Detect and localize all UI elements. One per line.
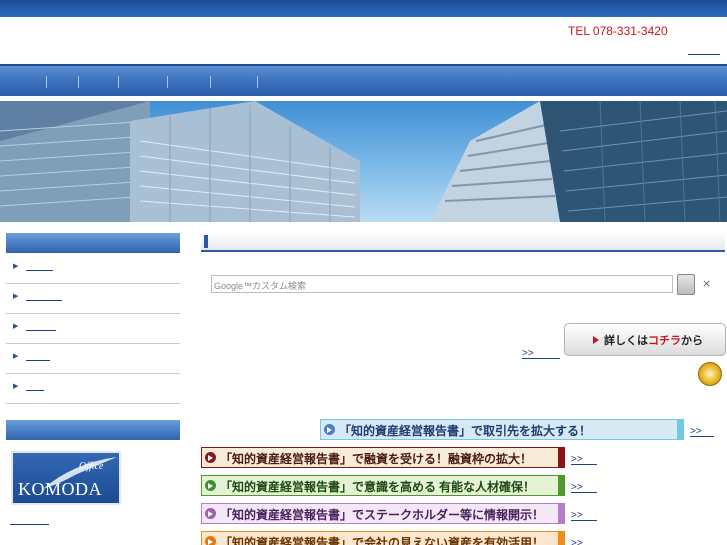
banner-text: 「知的資産経営報告書」で会社の見えない資産を有効活用！ [220, 536, 545, 545]
header-link[interactable] [688, 54, 720, 55]
arrow-circle-icon [205, 536, 216, 545]
arrow-circle-icon [205, 480, 216, 491]
logo-caption-link[interactable] [10, 524, 49, 525]
skyscrapers-illustration [0, 101, 727, 222]
emblem-icon [698, 362, 722, 386]
banner-text: 「知的資産経営報告書」で融資を受ける！融資枠の拡大！ [220, 452, 533, 466]
banner-hidden-assets[interactable]: 「知的資産経営報告書」で会社の見えない資産を有効活用！ [201, 531, 565, 545]
sidebar-item-4[interactable]: ▶ [6, 344, 180, 374]
logo-office-text: Office [79, 461, 104, 472]
more-link[interactable]: >> [522, 349, 560, 359]
bullet-arrow-icon: ▶ [13, 382, 19, 390]
more-link[interactable]: >> [571, 511, 597, 521]
arrow-circle-icon [324, 424, 335, 435]
sidebar-menu-header [6, 233, 180, 253]
page: TEL 078-331-3420 ▶ ▶ ▶ ▶ ▶ Office KOMODA… [0, 0, 727, 545]
bullet-arrow-icon: ▶ [13, 322, 19, 330]
top-bar [0, 0, 727, 17]
sidebar-item-2[interactable]: ▶ [6, 284, 180, 314]
search-input[interactable]: Google™カスタム検索 [211, 275, 673, 293]
more-link[interactable]: >> [571, 539, 585, 545]
sidebar-item-link[interactable] [26, 330, 56, 331]
sidebar-item-3[interactable]: ▶ [6, 314, 180, 344]
bullet-arrow-icon: ▶ [13, 352, 19, 360]
banner-text: 「知的資産経営報告書」で意識を高める 有能な人材確保！ [220, 480, 536, 494]
banner-partners[interactable]: 「知的資産経営報告書」で取引先を拡大する！ [320, 419, 684, 440]
global-nav [0, 64, 727, 96]
nav-item-5[interactable] [210, 76, 211, 88]
sidebar-item-link[interactable] [26, 360, 50, 361]
logo-name-text: KOMODA [18, 479, 102, 499]
banner-disclosure[interactable]: 「知的資産経営報告書」でステークホルダー等に情報開示！ [201, 503, 565, 524]
hero-image [0, 101, 727, 222]
banner-text: 「知的資産経営報告書」で取引先を拡大する！ [339, 424, 592, 438]
arrow-circle-icon [205, 508, 216, 519]
details-button-label: 詳しくはコチラから [604, 334, 703, 347]
sidebar-item-1[interactable]: ▶ [6, 254, 180, 284]
phone-number: TEL 078-331-3420 [568, 24, 668, 38]
more-link[interactable]: >> [571, 483, 597, 493]
sidebar-item-link[interactable] [26, 300, 62, 301]
search-placeholder: Google™カスタム検索 [214, 281, 307, 291]
clear-search-icon[interactable]: × [702, 277, 711, 290]
details-button[interactable]: 詳しくはコチラから [564, 323, 726, 356]
arrow-circle-icon [205, 452, 216, 463]
nav-item-1[interactable] [46, 76, 47, 88]
play-arrow-icon [593, 336, 599, 344]
banner-talent[interactable]: 「知的資産経営報告書」で意識を高める 有能な人材確保！ [201, 475, 565, 496]
sidebar-office-header [6, 420, 180, 440]
banner-text: 「知的資産経営報告書」でステークホルダー等に情報開示！ [220, 508, 545, 522]
office-logo[interactable]: Office KOMODA [11, 451, 121, 505]
more-link[interactable]: >> [690, 427, 714, 437]
nav-item-2[interactable] [78, 76, 79, 88]
nav-item-3[interactable] [118, 76, 119, 88]
search-button[interactable] [677, 274, 695, 295]
bullet-arrow-icon: ▶ [13, 262, 19, 270]
content-heading-bar [201, 232, 725, 252]
banner-financing[interactable]: 「知的資産経営報告書」で融資を受ける！融資枠の拡大！ [201, 447, 565, 468]
sidebar-item-5[interactable]: ▶ [6, 374, 180, 404]
sidebar-item-link[interactable] [26, 390, 44, 391]
nav-item-6[interactable] [257, 76, 258, 88]
nav-item-4[interactable] [167, 76, 168, 88]
more-link[interactable]: >> [571, 455, 597, 465]
bullet-arrow-icon: ▶ [13, 292, 19, 300]
sidebar-item-link[interactable] [26, 270, 53, 271]
heading-marker [204, 235, 208, 248]
